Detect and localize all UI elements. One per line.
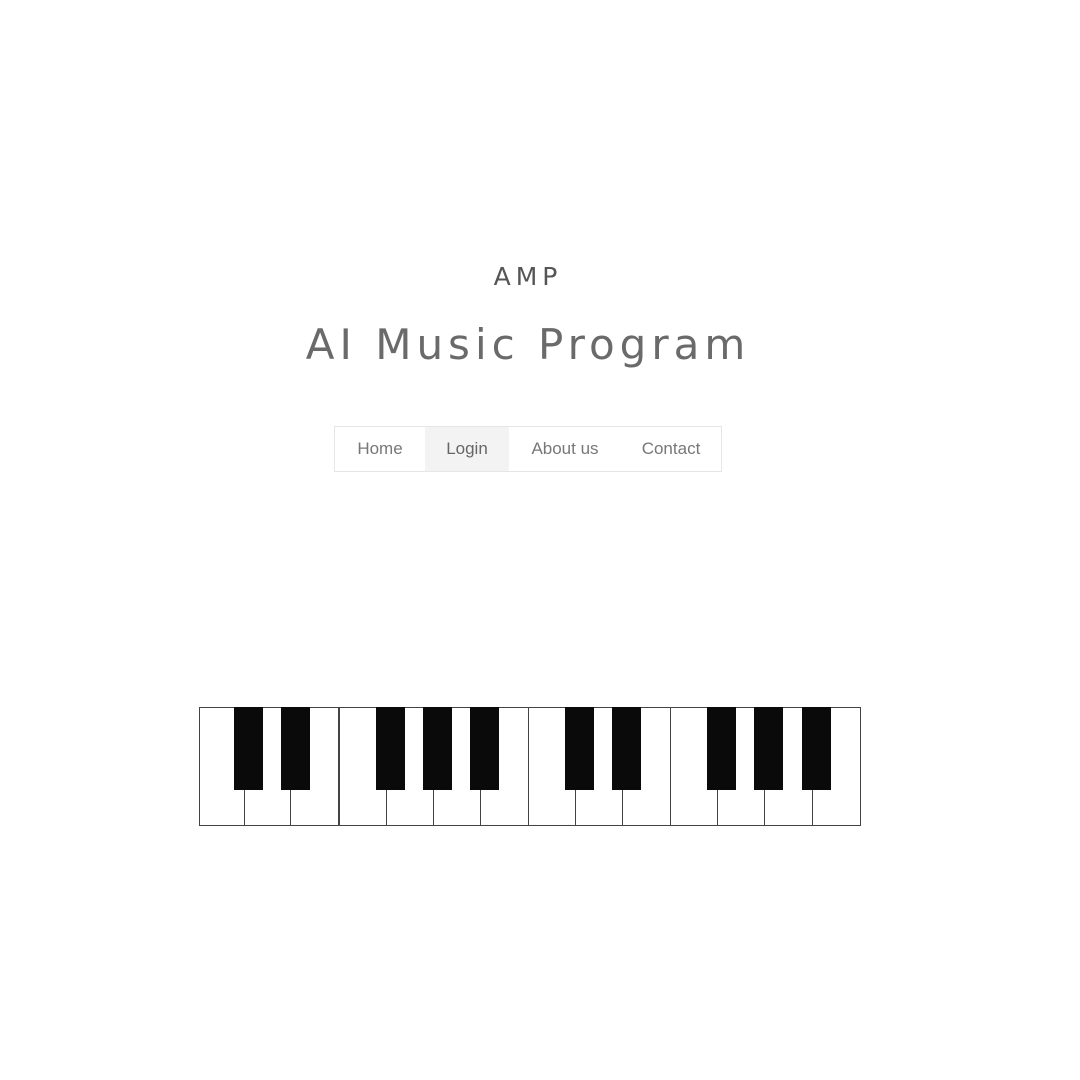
page-title: AI Music Program bbox=[305, 320, 751, 369]
piano-black-key[interactable] bbox=[612, 707, 641, 790]
piano-black-key[interactable] bbox=[423, 707, 452, 790]
piano-black-key[interactable] bbox=[376, 707, 405, 790]
piano-keyboard bbox=[199, 707, 861, 826]
nav-item-about-us[interactable]: About us bbox=[509, 427, 621, 471]
piano-black-key[interactable] bbox=[234, 707, 263, 790]
piano-black-key[interactable] bbox=[565, 707, 594, 790]
site-abbreviation: AMP bbox=[493, 262, 563, 291]
piano-black-key[interactable] bbox=[470, 707, 499, 790]
piano-black-key[interactable] bbox=[281, 707, 310, 790]
nav-item-contact[interactable]: Contact bbox=[621, 427, 721, 471]
piano-black-key[interactable] bbox=[754, 707, 783, 790]
nav-item-home[interactable]: Home bbox=[335, 427, 425, 471]
piano-black-key[interactable] bbox=[707, 707, 736, 790]
main-nav: Home Login About us Contact bbox=[334, 426, 722, 472]
piano-black-key[interactable] bbox=[802, 707, 831, 790]
nav-item-login[interactable]: Login bbox=[425, 427, 509, 471]
page: AMP AI Music Program Home Login About us… bbox=[0, 0, 1080, 1080]
